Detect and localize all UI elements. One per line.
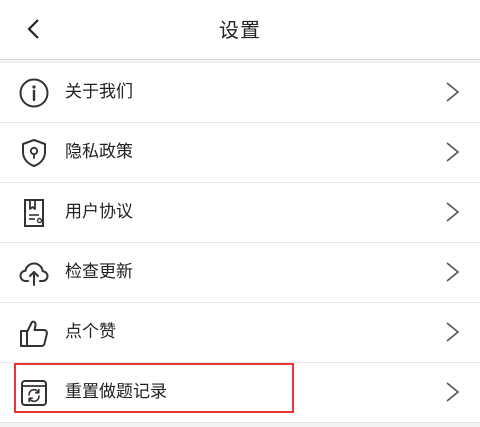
app-header: 设置 <box>0 0 480 60</box>
agreement-document-icon <box>18 197 50 229</box>
chevron-right-icon <box>446 262 460 282</box>
menu-item-user-agreement[interactable]: 用户协议 <box>0 183 480 243</box>
menu-item-check-update[interactable]: 检查更新 <box>0 243 480 303</box>
thumbs-up-icon <box>18 317 50 349</box>
page-title: 设置 <box>219 18 261 42</box>
menu-item-label: 隐私政策 <box>65 142 133 162</box>
info-circle-icon <box>18 77 50 109</box>
reset-record-icon <box>18 377 50 409</box>
menu-item-about-us[interactable]: 关于我们 <box>0 63 480 123</box>
menu-item-label: 检查更新 <box>65 262 133 282</box>
chevron-right-icon <box>446 82 460 102</box>
menu-item-label: 用户协议 <box>65 202 133 222</box>
menu-item-label: 关于我们 <box>65 82 133 102</box>
menu-item-reset-records[interactable]: 重置做题记录 <box>0 363 480 423</box>
chevron-right-icon <box>446 142 460 162</box>
bottom-strip <box>0 423 480 427</box>
chevron-right-icon <box>446 382 460 402</box>
menu-item-privacy-policy[interactable]: 隐私政策 <box>0 123 480 183</box>
menu-item-label: 重置做题记录 <box>65 382 167 402</box>
settings-list: 关于我们 隐私政策 用户协议 检查更新 点个赞 重置做题记录 <box>0 63 480 423</box>
shield-lock-icon <box>18 137 50 169</box>
chevron-right-icon <box>446 322 460 342</box>
cloud-upload-icon <box>18 257 50 289</box>
menu-item-like[interactable]: 点个赞 <box>0 303 480 363</box>
menu-item-label: 点个赞 <box>65 322 116 342</box>
chevron-right-icon <box>446 202 460 222</box>
